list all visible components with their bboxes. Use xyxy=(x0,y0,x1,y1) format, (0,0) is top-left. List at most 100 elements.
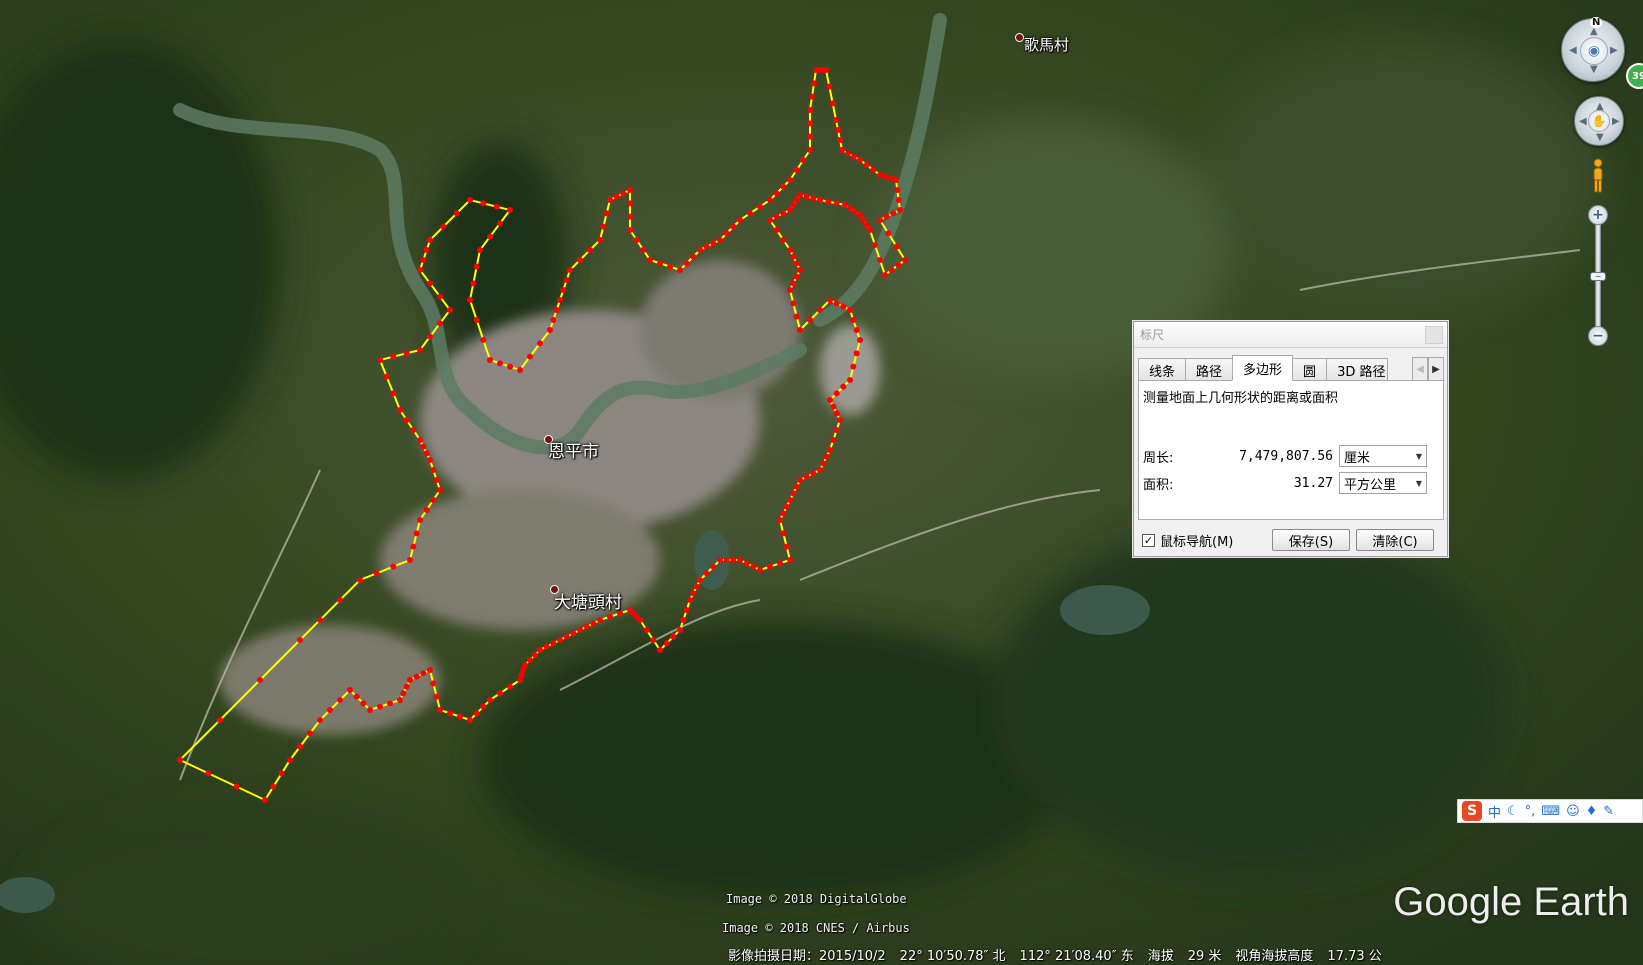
polygon-vertex[interactable] xyxy=(683,607,690,613)
polygon-vertex[interactable] xyxy=(833,300,840,307)
move-right-arrow-icon[interactable]: ▶ xyxy=(1612,117,1620,127)
zoom-out-button[interactable]: − xyxy=(1588,326,1608,346)
polygon-vertex[interactable] xyxy=(717,237,723,243)
polygon-vertex[interactable] xyxy=(417,437,423,443)
polygon-vertex[interactable] xyxy=(773,190,780,197)
polygon-vertex[interactable] xyxy=(823,453,830,460)
polygon-vertex[interactable] xyxy=(627,213,633,220)
polygon-vertex[interactable] xyxy=(497,220,503,227)
polygon-vertex[interactable] xyxy=(783,503,790,510)
polygon-vertex[interactable] xyxy=(430,467,437,473)
polygon-vertex[interactable] xyxy=(437,320,443,327)
polygon-vertex[interactable] xyxy=(532,652,538,658)
polygon-vertex[interactable] xyxy=(487,357,493,363)
polygon-vertex[interactable] xyxy=(430,497,437,503)
polygon-vertex[interactable] xyxy=(560,287,567,293)
polygon-vertex[interactable] xyxy=(810,195,817,202)
polygon-vertex[interactable] xyxy=(857,337,863,343)
polygon-vertex[interactable] xyxy=(373,570,380,577)
polygon-vertex[interactable] xyxy=(327,707,333,713)
polygon-vertex[interactable] xyxy=(847,307,853,313)
ime-mode[interactable]: 中 xyxy=(1488,802,1501,821)
polygon-vertex[interactable] xyxy=(793,167,800,173)
polygon-vertex[interactable] xyxy=(650,637,657,643)
polygon-vertex[interactable] xyxy=(780,237,787,243)
polygon-vertex[interactable] xyxy=(467,717,473,723)
polygon-vertex[interactable] xyxy=(773,213,780,220)
polygon-vertex[interactable] xyxy=(840,383,847,390)
polygon-vertex[interactable] xyxy=(403,417,410,423)
polygon-vertex[interactable] xyxy=(217,717,223,723)
polygon-vertex[interactable] xyxy=(790,490,797,497)
polygon-vertex[interactable] xyxy=(710,563,717,570)
polygon-vertex[interactable] xyxy=(377,703,383,710)
polygon-vertex[interactable] xyxy=(670,633,677,640)
polygon-vertex[interactable] xyxy=(587,247,593,253)
polygon-vertex[interactable] xyxy=(657,647,663,653)
polygon-vertex[interactable] xyxy=(467,197,473,203)
move-left-arrow-icon[interactable]: ◀ xyxy=(1579,117,1587,127)
polygon-vertex[interactable] xyxy=(397,697,403,703)
polygon-vertex[interactable] xyxy=(790,280,797,287)
polygon-vertex[interactable] xyxy=(577,257,583,263)
mouse-nav-checkbox[interactable]: ✓ xyxy=(1142,533,1155,547)
polygon-vertex[interactable] xyxy=(597,617,603,623)
polygon-vertex[interactable] xyxy=(787,177,793,183)
polygon-vertex[interactable] xyxy=(780,183,787,190)
polygon-vertex[interactable] xyxy=(777,560,783,567)
save-button[interactable]: 保存(S) xyxy=(1272,529,1350,551)
polygon-vertex[interactable] xyxy=(257,677,263,683)
polygon-vertex[interactable] xyxy=(773,227,780,233)
polygon-vertex[interactable] xyxy=(507,683,513,690)
polygon-vertex[interactable] xyxy=(527,353,533,360)
polygon-vertex[interactable] xyxy=(423,247,430,253)
polygon-vertex[interactable] xyxy=(810,470,817,477)
polygon-vertex[interactable] xyxy=(477,247,483,253)
polygon-vertex[interactable] xyxy=(885,230,892,237)
polygon-vertex[interactable] xyxy=(297,743,303,750)
place-label-gema[interactable]: 歌馬村 xyxy=(1024,34,1069,55)
polygon-vertex[interactable] xyxy=(607,613,613,620)
polygon-vertex[interactable] xyxy=(597,237,603,243)
polygon-vertex[interactable] xyxy=(757,567,763,573)
tab-line[interactable]: 线条 xyxy=(1138,358,1187,381)
eye-icon[interactable]: ◉ xyxy=(1580,37,1608,65)
polygon-vertex[interactable] xyxy=(890,210,897,217)
polygon-vertex[interactable] xyxy=(410,427,417,433)
clear-button[interactable]: 清除(C) xyxy=(1356,529,1434,551)
keyboard-icon[interactable]: ⌨ xyxy=(1541,804,1560,819)
polygon-vertex[interactable] xyxy=(397,407,403,413)
polygon-vertex[interactable] xyxy=(817,467,823,473)
polygon-vertex[interactable] xyxy=(390,353,397,360)
polygon-vertex[interactable] xyxy=(627,607,633,613)
polygon-vertex[interactable] xyxy=(797,192,803,198)
polygon-vertex[interactable] xyxy=(563,633,570,640)
polygon-vertex[interactable] xyxy=(317,717,323,723)
polygon-vertex[interactable] xyxy=(407,677,413,683)
polygon-vertex[interactable] xyxy=(410,543,417,550)
polygon-vertex[interactable] xyxy=(787,497,793,503)
polygon-vertex[interactable] xyxy=(827,447,833,453)
move-control[interactable]: ▲ ▼ ◀ ▶ ✋ xyxy=(1574,96,1624,146)
polygon-vertex[interactable] xyxy=(787,247,793,253)
place-marker-gema[interactable] xyxy=(1015,33,1024,42)
polygon-vertex[interactable] xyxy=(487,233,493,240)
polygon-vertex[interactable] xyxy=(507,207,513,213)
polygon-vertex[interactable] xyxy=(857,212,863,218)
polygon-vertex[interactable] xyxy=(863,162,870,168)
polygon-vertex[interactable] xyxy=(820,460,827,467)
polygon-vertex[interactable] xyxy=(851,153,857,160)
polygon-vertex[interactable] xyxy=(233,783,240,790)
polygon-vertex[interactable] xyxy=(893,243,900,250)
polygon-vertex[interactable] xyxy=(550,640,557,647)
polygon-vertex[interactable] xyxy=(807,120,813,127)
polygon-vertex[interactable] xyxy=(863,222,870,228)
notification-badge[interactable]: 39 xyxy=(1626,63,1643,89)
polygon-vertex[interactable] xyxy=(400,690,407,697)
polygon-vertex[interactable] xyxy=(487,697,493,703)
polygon-vertex[interactable] xyxy=(893,177,899,183)
polygon-vertex[interactable] xyxy=(480,703,487,710)
look-control[interactable]: N ▲ ▼ ◀ ▶ ◉ xyxy=(1561,17,1625,82)
polygon-vertex[interactable] xyxy=(833,200,840,207)
polygon-vertex[interactable] xyxy=(667,263,673,270)
